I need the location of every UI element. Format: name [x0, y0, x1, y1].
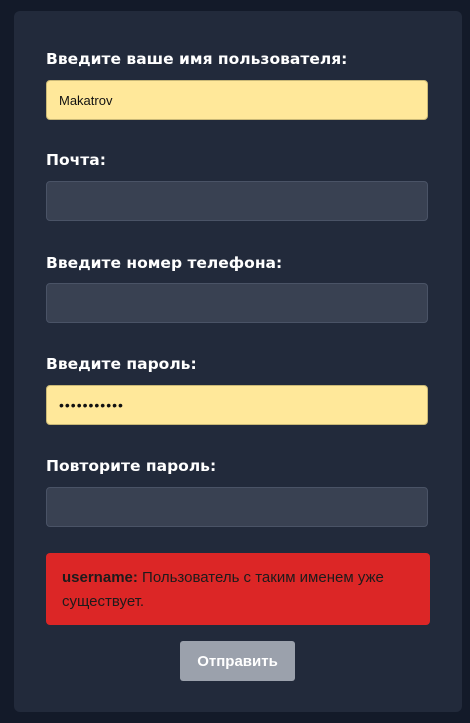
username-label: Введите ваше имя пользователя: [46, 50, 348, 68]
phone-label: Введите номер телефона: [46, 254, 283, 272]
error-alert: username: Пользователь с таким именем уж… [46, 553, 430, 625]
username-input[interactable] [46, 80, 428, 120]
password-input[interactable] [46, 385, 428, 425]
registration-form-card: Введите ваше имя пользователя: Почта: Вв… [14, 11, 462, 712]
confirm-password-input[interactable] [46, 487, 428, 527]
confirm-password-label: Повторите пароль: [46, 457, 217, 475]
email-label: Почта: [46, 151, 106, 169]
phone-input[interactable] [46, 283, 428, 323]
password-label: Введите пароль: [46, 355, 197, 373]
error-field-name: username: [62, 569, 138, 586]
submit-button[interactable]: Отправить [180, 641, 295, 681]
email-input[interactable] [46, 181, 428, 221]
